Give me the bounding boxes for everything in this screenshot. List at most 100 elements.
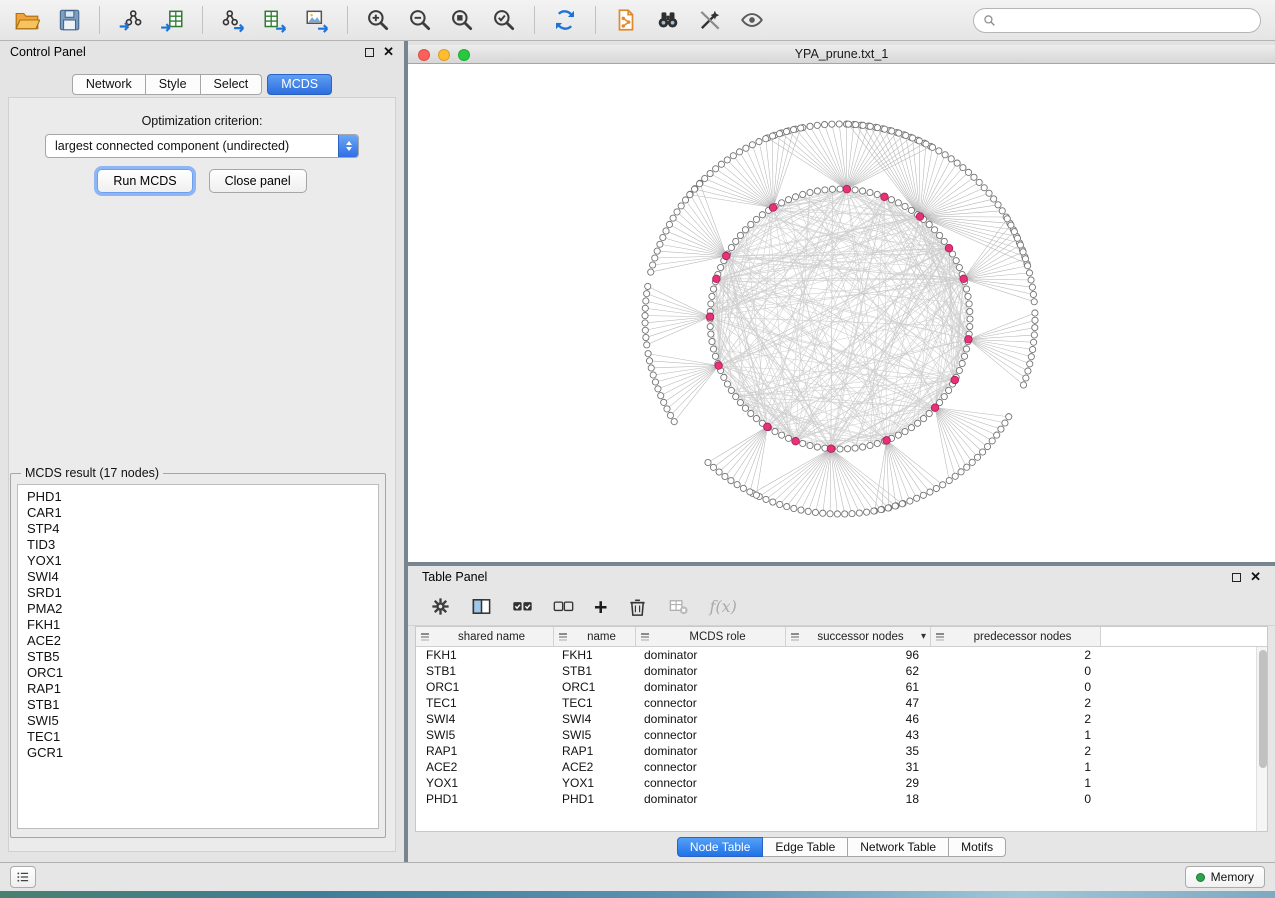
import-network-button[interactable] (111, 3, 149, 37)
window-close-icon[interactable] (418, 49, 430, 61)
hide-selected-button[interactable] (691, 3, 729, 37)
mcds-result-item[interactable]: ORC1 (27, 665, 369, 681)
table-row[interactable]: SWI4 SWI4 dominator 46 2 (416, 711, 1267, 727)
mcds-result-item[interactable]: ACE2 (27, 633, 369, 649)
run-mcds-button[interactable]: Run MCDS (97, 169, 192, 193)
control-panel-header: Control Panel ✕ (0, 41, 404, 63)
column-header-predecessor-nodes[interactable]: predecessor nodes (931, 627, 1101, 646)
mcds-result-item[interactable]: RAP1 (27, 681, 369, 697)
open-file-button[interactable] (8, 3, 46, 37)
column-header-mcds-role[interactable]: MCDS role (636, 627, 786, 646)
mcds-result-item[interactable]: STP4 (27, 521, 369, 537)
table-row[interactable]: PHD1 PHD1 dominator 18 0 (416, 791, 1267, 807)
column-header-shared-name[interactable]: shared name (416, 627, 554, 646)
table-row[interactable]: RAP1 RAP1 dominator 35 2 (416, 743, 1267, 759)
cell-successor-nodes: 61 (786, 680, 931, 694)
network-from-selection-button[interactable] (607, 3, 645, 37)
table-row[interactable]: YOX1 YOX1 connector 29 1 (416, 775, 1267, 791)
column-visibility-button[interactable] (471, 593, 492, 621)
cell-predecessor-nodes: 0 (931, 664, 1101, 678)
mcds-result-item[interactable]: STB1 (27, 697, 369, 713)
zoom-out-button[interactable] (401, 3, 439, 37)
columns-icon (471, 596, 492, 617)
control-panel-title: Control Panel (10, 45, 86, 59)
mcds-result-item[interactable]: STB5 (27, 649, 369, 665)
mcds-result-item[interactable]: TEC1 (27, 729, 369, 745)
export-image-button[interactable] (298, 3, 336, 37)
table-row[interactable]: ACE2 ACE2 connector 31 1 (416, 759, 1267, 775)
mcds-result-item[interactable]: PMA2 (27, 601, 369, 617)
mcds-result-item[interactable]: SWI4 (27, 569, 369, 585)
float-panel-icon[interactable] (365, 48, 374, 57)
mcds-result-item[interactable]: SWI5 (27, 713, 369, 729)
tab-node-table[interactable]: Node Table (677, 837, 764, 857)
tab-motifs[interactable]: Motifs (949, 837, 1006, 857)
table-row[interactable]: SWI5 SWI5 connector 43 1 (416, 727, 1267, 743)
function-builder-button[interactable]: f(x) (709, 593, 736, 621)
memory-button[interactable]: Memory (1185, 866, 1265, 888)
tab-network[interactable]: Network (72, 74, 146, 95)
search-input[interactable] (1002, 13, 1251, 27)
table-tabs: Node Table Edge Table Network Table Moti… (408, 832, 1275, 862)
network-window: YPA_prune.txt_1 (408, 45, 1275, 562)
table-row[interactable]: TEC1 TEC1 connector 47 2 (416, 695, 1267, 711)
column-header-successor-nodes[interactable]: successor nodes▾ (786, 627, 931, 646)
zoom-out-icon (407, 7, 433, 33)
import-network-icon (117, 7, 143, 33)
export-table-button[interactable] (256, 3, 294, 37)
tab-network-table[interactable]: Network Table (848, 837, 949, 857)
column-sort-icon (935, 632, 945, 642)
mcds-result-item[interactable]: SRD1 (27, 585, 369, 601)
table-row[interactable]: ORC1 ORC1 dominator 61 0 (416, 679, 1267, 695)
table-row[interactable]: STB1 STB1 dominator 62 0 (416, 663, 1267, 679)
zoom-in-button[interactable] (359, 3, 397, 37)
mcds-result-item[interactable]: YOX1 (27, 553, 369, 569)
zoom-selected-button[interactable] (485, 3, 523, 37)
status-bar: Memory (0, 862, 1275, 891)
delete-column-button[interactable] (627, 593, 648, 621)
tab-select[interactable]: Select (201, 74, 263, 95)
cell-mcds-role: connector (636, 696, 786, 710)
export-network-button[interactable] (214, 3, 252, 37)
graphics-details-button[interactable] (733, 3, 771, 37)
zoom-fit-button[interactable] (443, 3, 481, 37)
first-neighbors-button[interactable] (649, 3, 687, 37)
apply-layout-button[interactable] (546, 3, 584, 37)
close-panel-icon[interactable]: ✕ (383, 46, 394, 58)
add-column-button[interactable]: + (594, 593, 607, 621)
deselect-all-button[interactable] (553, 593, 574, 621)
table-settings-button[interactable] (430, 593, 451, 621)
mcds-result-item[interactable]: FKH1 (27, 617, 369, 633)
import-table-button[interactable] (153, 3, 191, 37)
document-share-icon (613, 7, 639, 33)
show-panels-button[interactable] (10, 866, 36, 888)
mcds-result-item[interactable]: TID3 (27, 537, 369, 553)
network-canvas[interactable] (408, 64, 1275, 562)
mcds-result-item[interactable]: GCR1 (27, 745, 369, 761)
window-zoom-icon[interactable] (458, 49, 470, 61)
cell-successor-nodes: 96 (786, 648, 931, 662)
table-row[interactable]: FKH1 FKH1 dominator 96 2 (416, 647, 1267, 663)
network-window-titlebar[interactable]: YPA_prune.txt_1 (408, 45, 1275, 64)
save-session-button[interactable] (50, 3, 88, 37)
cell-shared-name: YOX1 (416, 776, 554, 790)
scrollbar-thumb[interactable] (1259, 650, 1267, 768)
close-panel-icon[interactable]: ✕ (1250, 571, 1261, 583)
delete-table-button[interactable] (668, 593, 689, 621)
mcds-result-item[interactable]: PHD1 (27, 489, 369, 505)
close-panel-button[interactable]: Close panel (209, 169, 307, 193)
mcds-result-list[interactable]: PHD1CAR1STP4TID3YOX1SWI4SRD1PMA2FKH1ACE2… (17, 484, 379, 829)
criterion-select[interactable]: largest connected component (undirected) (45, 134, 359, 158)
cell-predecessor-nodes: 1 (931, 728, 1101, 742)
zoom-selected-icon (491, 7, 517, 33)
toolbar-search[interactable] (973, 8, 1261, 33)
tab-mcds[interactable]: MCDS (267, 74, 332, 95)
window-minimize-icon[interactable] (438, 49, 450, 61)
tab-edge-table[interactable]: Edge Table (763, 837, 848, 857)
float-panel-icon[interactable] (1232, 573, 1241, 582)
select-all-button[interactable] (512, 593, 533, 621)
mcds-result-item[interactable]: CAR1 (27, 505, 369, 521)
tab-style[interactable]: Style (146, 74, 201, 95)
table-scrollbar[interactable] (1256, 647, 1267, 831)
column-header-name[interactable]: name (554, 627, 636, 646)
